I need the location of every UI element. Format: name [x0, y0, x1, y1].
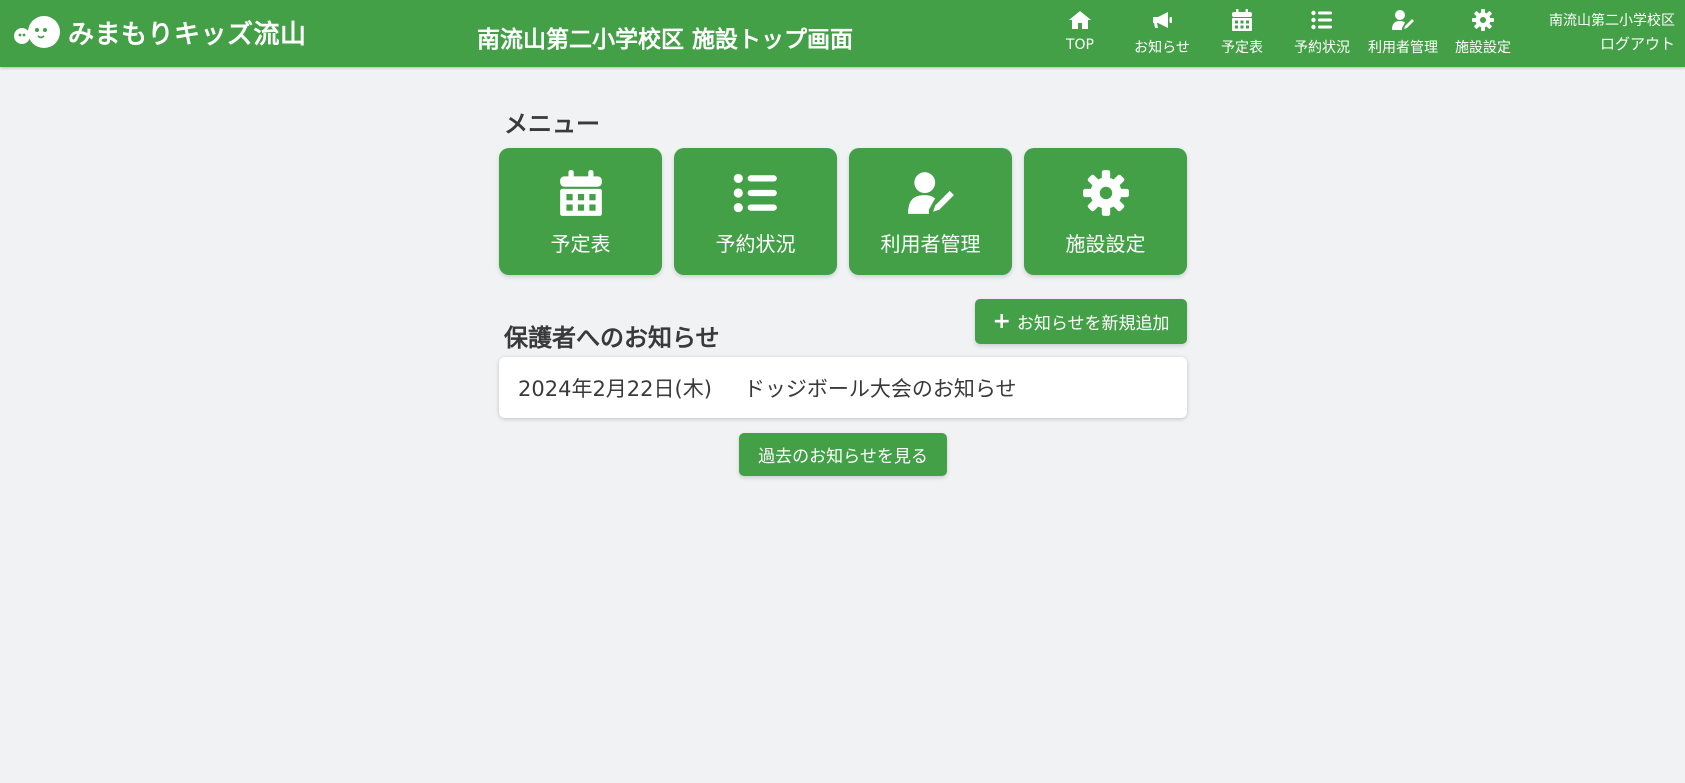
notice-date: 2024年2月22日(木) — [518, 376, 712, 401]
page-title: 南流山第二小学校区 施設トップ画面 — [477, 27, 854, 53]
calendar-icon — [1232, 9, 1252, 31]
nav-item-label: 施設設定 — [1455, 40, 1511, 56]
top-navbar: みまもりキッズ流山 南流山第二小学校区 施設トップ画面 TOP お知らせ 予定表… — [0, 0, 1685, 67]
notice-title: ドッジボール大会のお知らせ — [743, 376, 1017, 401]
logo-mascot-icon — [14, 16, 60, 48]
nav-item-label: 予約状況 — [1294, 40, 1350, 56]
menu-title: メニュー — [504, 110, 600, 138]
gear-icon — [1472, 9, 1494, 31]
notices-title: 保護者へのお知らせ — [504, 324, 720, 352]
plus-icon: + — [992, 308, 1011, 334]
nav-item-users[interactable]: 利用者管理 — [1363, 6, 1443, 60]
home-icon — [1069, 11, 1091, 29]
nav-item-reservations[interactable]: 予約状況 — [1282, 6, 1362, 60]
add-notice-label: お知らせを新規追加 — [1016, 314, 1170, 334]
calendar-icon — [559, 170, 602, 216]
gear-icon — [1082, 170, 1129, 216]
logo-text: みまもりキッズ流山 — [68, 19, 307, 50]
add-notice-button[interactable]: + お知らせを新規追加 — [975, 299, 1187, 344]
menu-tile-schedule[interactable]: 予定表 — [499, 148, 662, 275]
menu-tile-users[interactable]: 利用者管理 — [849, 148, 1012, 275]
notice-item[interactable]: 2024年2月22日(木) ドッジボール大会のお知らせ — [499, 357, 1187, 418]
nav-item-schedule[interactable]: 予定表 — [1202, 6, 1282, 60]
megaphone-icon — [1153, 12, 1172, 28]
menu-tile-label: 予約状況 — [715, 232, 796, 256]
menu-tile-label: 予定表 — [550, 232, 611, 256]
nav-item-label: 予定表 — [1221, 40, 1263, 56]
menu-tile-reservations[interactable]: 予約状況 — [674, 148, 837, 275]
past-notices-button[interactable]: 過去のお知らせを見る — [739, 433, 947, 476]
user-name: 南流山第二小学校区 — [1549, 13, 1675, 29]
menu-tile-label: 施設設定 — [1065, 232, 1146, 256]
logout-link[interactable]: ログアウト — [1549, 33, 1675, 56]
user-edit-icon — [907, 172, 954, 214]
nav-item-label: 利用者管理 — [1368, 40, 1438, 56]
menu-tile-label: 利用者管理 — [880, 232, 981, 256]
nav-item-label: TOP — [1065, 37, 1094, 53]
notice-list: 2024年2月22日(木) ドッジボール大会のお知らせ — [499, 357, 1187, 418]
nav-item-label: お知らせ — [1134, 40, 1190, 56]
nav-item-top[interactable]: TOP — [1040, 6, 1120, 60]
nav-item-settings[interactable]: 施設設定 — [1443, 6, 1523, 60]
app-logo[interactable]: みまもりキッズ流山 — [10, 14, 307, 50]
nav-item-notices[interactable]: お知らせ — [1122, 6, 1202, 60]
list-icon — [733, 173, 777, 213]
user-area: 南流山第二小学校区 ログアウト — [1549, 10, 1675, 56]
user-edit-icon — [1392, 10, 1414, 30]
menu-tile-settings[interactable]: 施設設定 — [1024, 148, 1187, 275]
list-icon — [1311, 10, 1332, 30]
